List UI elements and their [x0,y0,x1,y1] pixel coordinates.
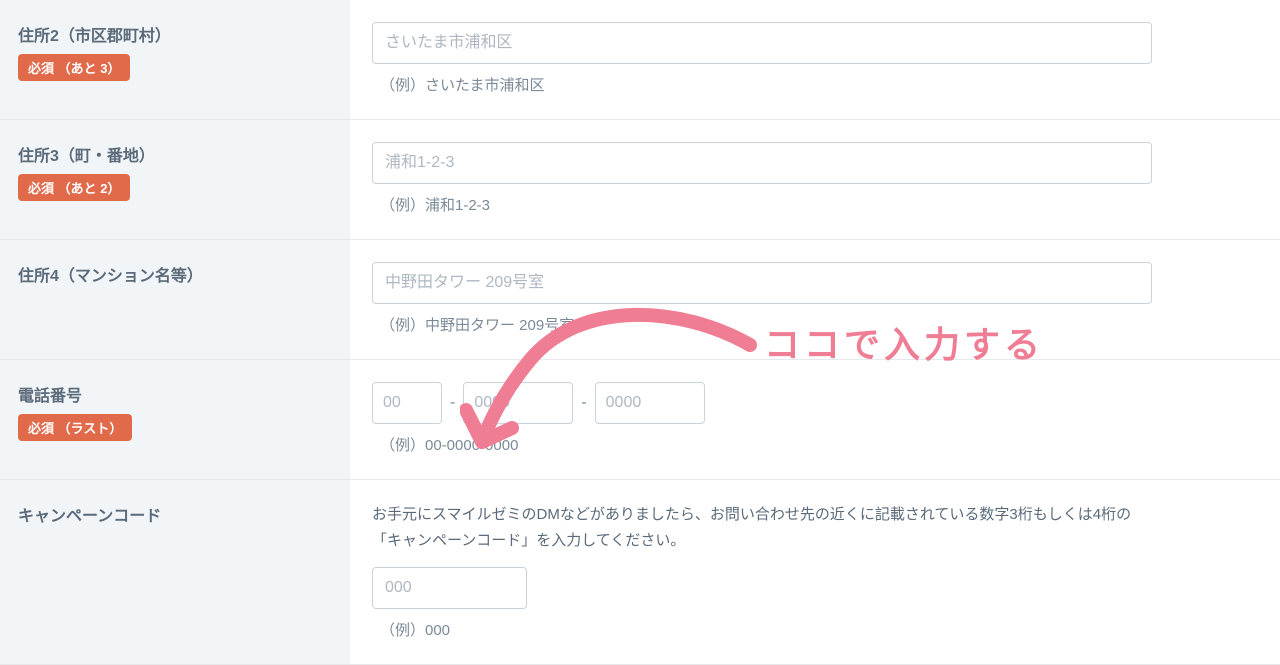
label-address2: 住所2（市区郡町村） [18,22,332,46]
row-address2: 住所2（市区郡町村） 必須 （あと 3） （例）さいたま市浦和区 [0,0,1280,120]
required-badge-address3: 必須 （あと 2） [18,174,130,201]
input-col-address3: （例）浦和1-2-3 [350,120,1280,239]
label-col-address4: 住所4（マンション名等） [0,240,350,359]
input-col-address4: （例）中野田タワー 209号室 [350,240,1280,359]
phone-input-group: - - [372,382,1242,424]
row-phone: 電話番号 必須 （ラスト） - - （例）00-0000-0000 [0,360,1280,480]
input-col-campaign: お手元にスマイルゼミのDMなどがありましたら、お問い合わせ先の近くに記載されてい… [350,480,1280,664]
input-col-phone: - - （例）00-0000-0000 [350,360,1280,479]
address2-input[interactable] [372,22,1152,64]
hint-phone: （例）00-0000-0000 [380,434,1242,455]
input-col-address2: （例）さいたま市浦和区 [350,0,1280,119]
hint-address3: （例）浦和1-2-3 [380,194,1242,215]
label-address4: 住所4（マンション名等） [18,262,332,286]
address4-input[interactable] [372,262,1152,304]
hint-address4: （例）中野田タワー 209号室 [380,314,1242,335]
label-address3: 住所3（町・番地） [18,142,332,166]
required-badge-address2: 必須 （あと 3） [18,54,130,81]
label-campaign: キャンペーンコード [18,502,332,526]
row-campaign: キャンペーンコード お手元にスマイルゼミのDMなどがありましたら、お問い合わせ先… [0,480,1280,665]
campaign-code-input[interactable] [372,567,527,609]
phone-dash-2: - [581,394,586,412]
address3-input[interactable] [372,142,1152,184]
hint-address2: （例）さいたま市浦和区 [380,74,1242,95]
label-col-phone: 電話番号 必須 （ラスト） [0,360,350,479]
registration-form: 住所2（市区郡町村） 必須 （あと 3） （例）さいたま市浦和区 住所3（町・番… [0,0,1280,665]
hint-campaign: （例）000 [380,619,1242,640]
phone-dash-1: - [450,394,455,412]
row-address4: 住所4（マンション名等） （例）中野田タワー 209号室 [0,240,1280,360]
label-col-campaign: キャンペーンコード [0,480,350,664]
label-phone: 電話番号 [18,382,332,406]
required-badge-phone: 必須 （ラスト） [18,414,132,441]
phone-part2-input[interactable] [463,382,573,424]
label-col-address3: 住所3（町・番地） 必須 （あと 2） [0,120,350,239]
label-col-address2: 住所2（市区郡町村） 必須 （あと 3） [0,0,350,119]
phone-part3-input[interactable] [595,382,705,424]
campaign-description: お手元にスマイルゼミのDMなどがありましたら、お問い合わせ先の近くに記載されてい… [372,502,1152,553]
row-address3: 住所3（町・番地） 必須 （あと 2） （例）浦和1-2-3 [0,120,1280,240]
phone-part1-input[interactable] [372,382,442,424]
